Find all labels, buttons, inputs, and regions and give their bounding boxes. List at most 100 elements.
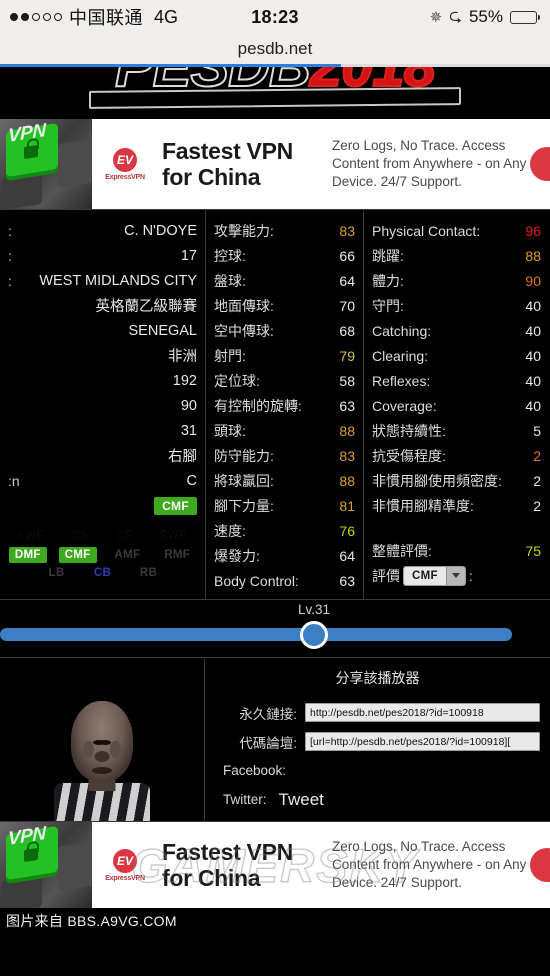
player-info-value: 192: [172, 372, 197, 389]
attribute-label: 爆發力:: [214, 547, 260, 564]
attribute-row: 狀態持續性: 5: [364, 418, 549, 443]
position-map-row-mid: DMF CMF AMF RMF: [0, 547, 205, 563]
player-info-panel: : C. N'DOYE: 17: WEST MIDLANDS CITY 英格蘭乙級聯賽 S…: [0, 210, 205, 599]
attribute-label: 非慣用腳使用頻密度:: [372, 472, 502, 489]
attribute-value: 68: [339, 322, 355, 339]
position-map-row-defense: LB CB RB: [0, 565, 205, 581]
position-map: LWF SS CF RWF DMF CMF AMF RMF LB CB RB: [0, 528, 205, 586]
attribute-value: 83: [339, 447, 355, 464]
ad-headline: Fastest VPN for China: [162, 138, 322, 191]
attribute-row: 定位球: 58: [206, 368, 363, 393]
player-info-row: 右腳: [0, 443, 205, 468]
overall-rating-row: 整體評價: 75: [364, 538, 549, 563]
attribute-value: 88: [339, 422, 355, 439]
attribute-row: Catching: 40: [364, 318, 549, 343]
ad-content: EV ExpressVPN Fastest VPN for China Zero…: [92, 119, 550, 209]
position-cell-cmf: CMF: [58, 547, 97, 563]
expressvpn-mark-bottom: EV: [113, 848, 137, 873]
level-slider-track[interactable]: [0, 628, 512, 641]
lower-section: 分享該播放器 永久鏈接: http://pesdb.net/pes2018/?i…: [0, 658, 550, 822]
attribute-row: 防守能力: 83: [206, 443, 363, 468]
player-info-value: 英格蘭乙級聯賽: [95, 299, 198, 315]
ad-banner-top[interactable]: VPN EV ExpressVPN Fastest VPN for China …: [0, 119, 550, 209]
network-type-label: 4G: [154, 6, 179, 27]
attribute-value: 40: [525, 347, 541, 364]
position-cell-lb: LB: [48, 567, 65, 579]
overall-rating-value: 75: [525, 542, 541, 559]
expressvpn-name-bottom: ExpressVPN: [105, 874, 145, 882]
attribute-label: 攻擊能力:: [214, 222, 274, 239]
attribute-label: 定位球:: [214, 372, 260, 389]
eval-select-suffix: :: [468, 567, 473, 584]
bbcode-input[interactable]: [url=http://pesdb.net/pes2018/?id=100918…: [305, 732, 540, 751]
attribute-label: 地面傳球:: [214, 297, 274, 314]
permalink-row: 永久鏈接: http://pesdb.net/pes2018/?id=10091…: [205, 698, 550, 727]
address-bar[interactable]: pesdb.net: [0, 34, 550, 64]
player-info-label: :: [8, 272, 12, 289]
player-panels: : C. N'DOYE: 17: WEST MIDLANDS CITY 英格蘭乙級聯賽 S…: [0, 209, 550, 600]
eval-position-selected: CMF: [404, 566, 446, 585]
position-map-row-attack: LWF SS CF RWF: [0, 528, 205, 544]
player-info-row: : C. N'DOYE: [0, 218, 205, 243]
tweet-button[interactable]: Tweet: [275, 790, 324, 810]
permalink-input[interactable]: http://pesdb.net/pes2018/?id=100918: [305, 703, 540, 722]
attribute-row: Physical Contact: 96: [364, 218, 549, 243]
facebook-row: Facebook:: [205, 756, 550, 785]
attribute-row: 抗受傷程度: 2: [364, 443, 549, 468]
attribute-label: Reflexes:: [372, 372, 431, 389]
attribute-row: 跳躍: 88: [364, 243, 549, 268]
attribute-value: 79: [339, 347, 355, 364]
player-photo-cell: [0, 658, 205, 821]
level-slider-thumb[interactable]: [300, 621, 328, 649]
attribute-value: 40: [525, 297, 541, 314]
ad-banner-bottom[interactable]: VPN EV ExpressVPN Fastest VPN for China …: [0, 822, 550, 908]
attribute-label: 空中傳球:: [214, 322, 274, 339]
player-face-photo: [54, 693, 150, 821]
attribute-value: 88: [339, 472, 355, 489]
player-info-value: 31: [180, 422, 197, 439]
position-cell-cf: CF: [116, 530, 133, 542]
ad-content-bottom: EV ExpressVPN Fastest VPN for China Zero…: [92, 822, 550, 908]
attribute-value: 2: [533, 497, 541, 514]
attribute-label: 速度:: [214, 522, 246, 539]
player-info-value: C: [186, 472, 197, 489]
lock-icon: [24, 144, 38, 160]
ad-headline-line1-bottom: Fastest VPN: [162, 838, 293, 865]
attribute-label: Physical Contact:: [372, 222, 481, 239]
attribute-row: 腳下力量: 81: [206, 493, 363, 518]
attribute-label: 抗受傷程度:: [372, 447, 446, 464]
ios-status-bar: 中国联通 4G 18:23 ✵ ⮎ 55%: [0, 0, 550, 34]
attribute-row: Coverage: 40: [364, 393, 549, 418]
player-info-row: 192: [0, 368, 205, 393]
attribute-row: Body Control: 63: [206, 568, 363, 593]
player-info-row: 90: [0, 393, 205, 418]
expressvpn-logo-bottom: EV ExpressVPN: [98, 848, 152, 882]
attribute-row: 射門: 79: [206, 343, 363, 368]
attribute-label: 非慣用腳精準度:: [372, 497, 474, 514]
eval-position-select[interactable]: CMF: [403, 565, 466, 586]
permalink-label: 永久鏈接:: [239, 706, 297, 722]
player-page-content: : C. N'DOYE: 17: WEST MIDLANDS CITY 英格蘭乙級聯賽 S…: [0, 209, 550, 822]
player-info-row: 英格蘭乙級聯賽: [0, 293, 205, 318]
eval-select-prefix: 評價: [372, 567, 400, 584]
level-slider-label: Lv.31: [297, 602, 331, 617]
attribute-label: 跳躍:: [372, 247, 404, 264]
attribute-label: 腳下力量:: [214, 497, 274, 514]
attribute-value: 81: [339, 497, 355, 514]
twitter-label: Twitter:: [223, 792, 267, 807]
attribute-row: 攻擊能力: 83: [206, 218, 363, 243]
chevron-down-icon[interactable]: [445, 566, 465, 585]
player-info-row: n: C: [0, 468, 205, 493]
attribute-row: 控球: 66: [206, 243, 363, 268]
attribute-value: 5: [533, 422, 541, 439]
facebook-label: Facebook:: [223, 763, 287, 778]
attribute-row: 地面傳球: 70: [206, 293, 363, 318]
attribute-value: 40: [525, 372, 541, 389]
attribute-row: 速度: 76: [206, 518, 363, 543]
attribute-row: 空中傳球: 68: [206, 318, 363, 343]
overall-rating-label: 整體評價:: [372, 542, 432, 559]
attribute-row: 盤球: 64: [206, 268, 363, 293]
attribute-row: 體力: 90: [364, 268, 549, 293]
position-cell-dmf: DMF: [8, 547, 47, 563]
position-cell-lwf: LWF: [18, 530, 44, 542]
